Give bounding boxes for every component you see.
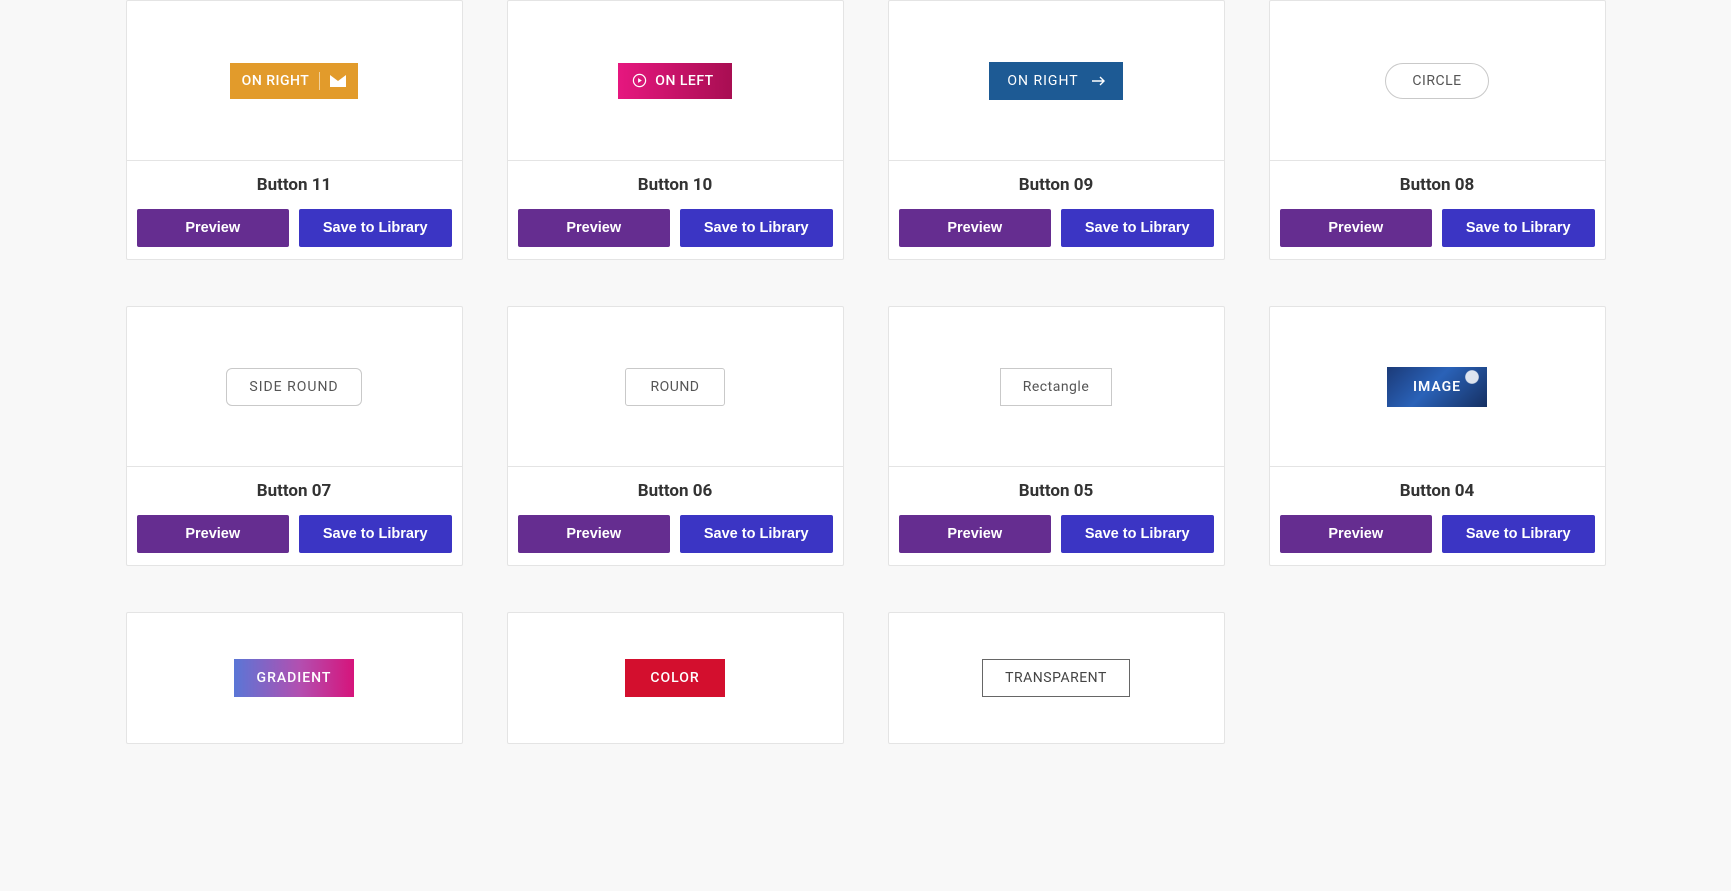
sample-button-06[interactable]: ROUND [625,368,724,406]
envelope-icon [330,75,346,87]
card-title: Button 08 [1400,175,1475,195]
sample-button-label: COLOR [650,670,699,686]
sample-button-label: ON RIGHT [1007,73,1078,89]
card-button-01: TRANSPARENT [888,612,1225,744]
card-button-11: ON RIGHT Button 11 Preview Save to Libra… [126,0,463,260]
card-button-03: GRADIENT [126,612,463,744]
save-to-library-button[interactable]: Save to Library [1061,515,1214,553]
sample-button-04[interactable]: IMAGE [1387,367,1487,407]
preview-button[interactable]: Preview [137,209,290,247]
card-preview: IMAGE [1270,307,1605,467]
card-title: Button 06 [638,481,713,501]
card-preview: ON RIGHT [889,1,1224,161]
card-title: Button 09 [1019,175,1094,195]
preview-button[interactable]: Preview [137,515,290,553]
card-title: Button 05 [1019,481,1094,501]
save-to-library-button[interactable]: Save to Library [680,515,833,553]
preview-button[interactable]: Preview [518,209,671,247]
card-button-04: IMAGE Button 04 Preview Save to Library [1269,306,1606,566]
sample-button-05[interactable]: Rectangle [1000,368,1113,406]
save-to-library-button[interactable]: Save to Library [299,209,452,247]
sample-button-11[interactable]: ON RIGHT [230,63,359,99]
card-preview: ON RIGHT [127,1,462,161]
card-preview: TRANSPARENT [889,613,1224,743]
sample-button-label: ON LEFT [655,73,713,89]
card-button-07: SIDE ROUND Button 07 Preview Save to Lib… [126,306,463,566]
sample-button-label: ON RIGHT [242,73,310,89]
save-to-library-button[interactable]: Save to Library [1061,209,1214,247]
save-to-library-button[interactable]: Save to Library [1442,515,1595,553]
card-preview: ON LEFT [508,1,843,161]
card-button-05: Rectangle Button 05 Preview Save to Libr… [888,306,1225,566]
save-to-library-button[interactable]: Save to Library [299,515,452,553]
preview-button[interactable]: Preview [1280,515,1433,553]
sample-button-label: IMAGE [1413,379,1461,395]
sample-button-02[interactable]: COLOR [625,659,725,697]
preview-button[interactable]: Preview [899,209,1052,247]
card-button-10: ON LEFT Button 10 Preview Save to Librar… [507,0,844,260]
preview-button[interactable]: Preview [1280,209,1433,247]
sample-button-03[interactable]: GRADIENT [234,659,354,697]
sample-button-07[interactable]: SIDE ROUND [226,368,361,406]
card-button-08: CIRCLE Button 08 Preview Save to Library [1269,0,1606,260]
card-preview: Rectangle [889,307,1224,467]
sample-button-08[interactable]: CIRCLE [1385,63,1488,99]
card-title: Button 10 [638,175,713,195]
sample-button-label: Rectangle [1023,379,1090,395]
sample-button-label: ROUND [650,379,699,395]
preview-button[interactable]: Preview [518,515,671,553]
card-title: Button 11 [257,175,332,195]
arrow-right-icon [1091,76,1105,86]
card-preview: GRADIENT [127,613,462,743]
preview-button[interactable]: Preview [899,515,1052,553]
card-title: Button 04 [1400,481,1475,501]
card-button-06: ROUND Button 06 Preview Save to Library [507,306,844,566]
sample-button-01[interactable]: TRANSPARENT [982,659,1130,697]
sample-button-label: GRADIENT [257,670,332,686]
card-preview: COLOR [508,613,843,743]
card-preview: ROUND [508,307,843,467]
card-title: Button 07 [257,481,332,501]
sample-button-label: CIRCLE [1412,73,1461,89]
sample-button-label: SIDE ROUND [249,379,338,395]
divider-icon [319,72,320,90]
sample-button-10[interactable]: ON LEFT [618,63,731,99]
sample-button-label: TRANSPARENT [1005,670,1107,686]
save-to-library-button[interactable]: Save to Library [1442,209,1595,247]
sample-button-09[interactable]: ON RIGHT [989,62,1122,100]
card-preview: SIDE ROUND [127,307,462,467]
save-to-library-button[interactable]: Save to Library [680,209,833,247]
card-button-09: ON RIGHT Button 09 Preview Save to Libra… [888,0,1225,260]
card-preview: CIRCLE [1270,1,1605,161]
card-button-02: COLOR [507,612,844,744]
play-circle-icon [632,73,647,88]
